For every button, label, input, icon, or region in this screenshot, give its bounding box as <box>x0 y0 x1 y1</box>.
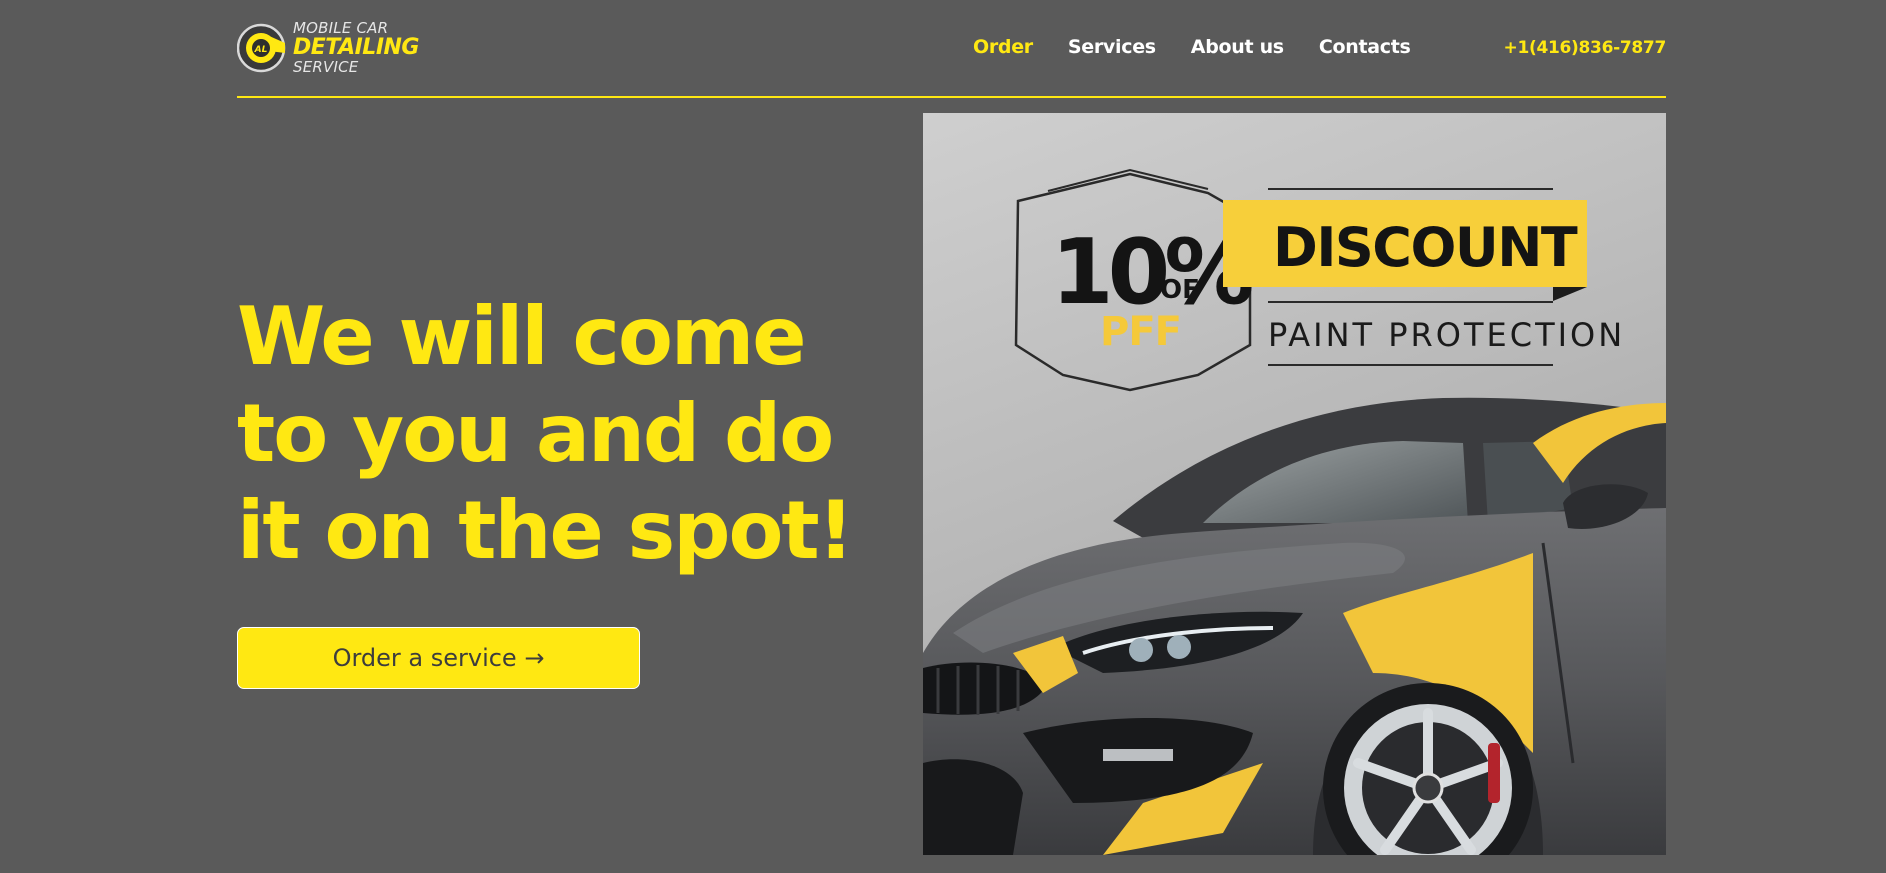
phone-link[interactable]: +1(416)836-7877 <box>1504 38 1667 58</box>
car-illustration <box>923 397 1666 855</box>
logo-line-1: MOBILE CAR <box>293 19 389 37</box>
logo-text: MOBILE CAR DETAILING SERVICE <box>293 21 419 75</box>
promo-discount: DISCOUNT <box>1273 216 1578 279</box>
discount-badge: 10% OF PFF <box>1014 168 1258 392</box>
hero-title: We will come to you and do it on the spo… <box>237 290 854 577</box>
logo-mark-letters: AL <box>254 45 268 55</box>
main-nav: Order Services About us Contacts <box>973 36 1446 58</box>
nav-item-about-us[interactable]: About us <box>1191 36 1284 58</box>
promo-subtitle: PAINT PROTECTION <box>1268 316 1625 354</box>
promo-pff: PFF <box>1100 309 1181 355</box>
order-service-button[interactable]: Order a service → <box>237 627 640 689</box>
logo-line-3: SERVICE <box>293 58 359 76</box>
logo[interactable]: AL MOBILE CAR DETAILING SERVICE <box>237 19 419 77</box>
logo-wheel-icon: AL <box>237 23 286 73</box>
promo-illustration: 10% OF PFF DISCOUNT PAINT PROTECTION <box>923 168 1666 855</box>
discount-ribbon: DISCOUNT PAINT PROTECTION <box>1223 188 1625 366</box>
promo-image: 10% OF PFF DISCOUNT PAINT PROTECTION <box>923 113 1666 855</box>
promo-of: OF <box>1160 275 1200 305</box>
logo-line-2: DETAILING <box>293 35 419 60</box>
nav-item-contacts[interactable]: Contacts <box>1319 36 1411 58</box>
nav-item-services[interactable]: Services <box>1068 36 1156 58</box>
nav-item-order[interactable]: Order <box>973 36 1033 58</box>
page-container: AL MOBILE CAR DETAILING SERVICE Order Se… <box>237 0 1666 873</box>
site-header: AL MOBILE CAR DETAILING SERVICE Order Se… <box>237 0 1666 98</box>
